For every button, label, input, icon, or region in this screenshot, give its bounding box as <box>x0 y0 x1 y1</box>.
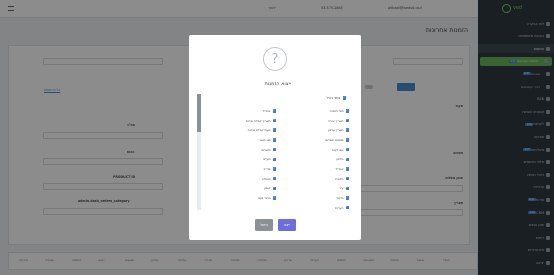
scrollbar-track[interactable] <box>197 94 201 210</box>
field-option-checkbox[interactable]: ✓ <box>272 148 276 152</box>
field-option[interactable]: מס' הזמנה ✓ <box>282 106 352 116</box>
select-all-option[interactable]: בחר הכל ✓ <box>327 96 346 100</box>
field-option[interactable]: עיר ✓ <box>282 184 352 194</box>
field-option[interactable]: מע"מ ✓ <box>209 154 279 164</box>
field-option-checkbox[interactable]: ✓ <box>272 119 276 123</box>
question-icon: ? <box>263 47 287 71</box>
field-option-checkbox[interactable]: ✓ <box>345 186 349 191</box>
field-option-label: מס' הזמנה <box>329 108 344 113</box>
field-option-label: סה"כ <box>263 166 271 171</box>
field-option[interactable]: טלפון ✓ <box>282 154 352 164</box>
modal-title: ייצוא הזמנות <box>264 81 291 87</box>
field-option-label: תאריך עדכון <box>327 128 344 133</box>
field-option-label: קופון <box>264 186 271 191</box>
field-option-checkbox[interactable]: ✓ <box>345 177 349 181</box>
fields-column-1: מס' הזמנה ✓ תאריך יצירה ✓ תאריך עדכון ✓ סטטוס … <box>282 106 352 210</box>
select-all-checkbox[interactable]: ✓ <box>342 96 346 100</box>
field-option-label: מוצרים <box>261 147 271 152</box>
field-option-checkbox[interactable]: ✓ <box>272 128 276 132</box>
field-option[interactable]: הערות ✓ <box>282 203 352 210</box>
field-option-label: מחיר סופי <box>257 196 271 201</box>
field-option-label: אימייל <box>262 108 271 113</box>
field-option-label: משלוח <box>261 176 271 181</box>
field-option-checkbox[interactable]: ✓ <box>345 138 349 142</box>
field-option-checkbox[interactable]: ✓ <box>345 128 349 132</box>
field-option-checkbox[interactable]: ✓ <box>345 157 349 162</box>
field-option[interactable]: מיקוד ✓ <box>282 193 352 203</box>
cancel-button[interactable]: ביטול <box>255 219 273 231</box>
field-option-checkbox[interactable]: ✓ <box>272 186 276 191</box>
confirm-export-button[interactable]: ייצא <box>278 219 296 231</box>
field-option-label: שם לקוח <box>331 147 344 152</box>
field-option[interactable]: משלוח ✓ <box>209 174 279 184</box>
field-option-label: הערות <box>335 205 344 210</box>
field-option-checkbox[interactable]: ✓ <box>345 167 349 171</box>
field-option-label: סוג מוצר <box>259 137 271 142</box>
field-option-checkbox[interactable]: ✓ <box>345 109 349 113</box>
field-option-label: תאריך קבלת שירות <box>245 118 271 123</box>
field-option-checkbox[interactable]: ✓ <box>272 167 276 171</box>
field-option-checkbox[interactable]: ✓ <box>345 148 349 152</box>
field-option-label: מיקוד <box>336 196 344 201</box>
select-all-label: בחר הכל <box>326 96 341 100</box>
field-option[interactable]: סטטוס תשלום ✓ <box>282 135 352 145</box>
field-option-checkbox[interactable]: ✓ <box>272 196 276 200</box>
field-option-checkbox[interactable]: ✓ <box>272 109 276 113</box>
fields-column-2: אימייל ✓ תאריך קבלת שירות ✓ שעת קבלת שירות ✓ ס… <box>209 106 279 203</box>
field-option[interactable]: תאריך יצירה ✓ <box>282 116 352 126</box>
field-option-label: סטטוס תשלום <box>325 137 344 142</box>
field-option[interactable]: אימייל ✓ <box>282 164 352 174</box>
field-option-checkbox[interactable]: ✓ <box>272 138 276 142</box>
export-orders-modal: ? ייצוא הזמנות בחר הכל ✓ מס' הזמנה ✓ תאריך… <box>189 35 361 240</box>
field-option-checkbox[interactable]: ✓ <box>272 157 276 162</box>
field-option[interactable]: שעת קבלת שירות ✓ <box>209 125 279 135</box>
field-option-checkbox[interactable]: ✓ <box>345 196 349 200</box>
field-option[interactable]: קופון ✓ <box>209 184 279 194</box>
field-option-label: עיר <box>339 186 344 191</box>
field-option-label: אימייל <box>335 166 344 171</box>
field-option-label: טלפון <box>336 157 344 162</box>
field-option[interactable]: מחיר סופי ✓ <box>209 193 279 203</box>
field-option[interactable]: סוג מוצר ✓ <box>209 135 279 145</box>
field-option[interactable]: תאריך קבלת שירות ✓ <box>209 116 279 126</box>
field-option[interactable]: סה"כ ✓ <box>209 164 279 174</box>
field-option-checkbox[interactable]: ✓ <box>345 119 349 123</box>
field-option[interactable]: תאריך עדכון ✓ <box>282 125 352 135</box>
field-option-label: שעת קבלת שירות <box>247 128 271 133</box>
field-option-label: כתובת <box>335 176 344 181</box>
field-option-label: מע"מ <box>263 157 271 162</box>
field-option[interactable]: שם לקוח ✓ <box>282 145 352 155</box>
field-option-label: תאריך יצירה <box>327 118 344 123</box>
field-option-checkbox[interactable]: ✓ <box>272 177 276 181</box>
fields-scroll-area[interactable]: בחר הכל ✓ מס' הזמנה ✓ תאריך יצירה ✓ תאריך עד… <box>197 94 352 210</box>
scrollbar-thumb[interactable] <box>197 94 201 132</box>
field-option[interactable]: מוצרים ✓ <box>209 145 279 155</box>
field-option[interactable]: אימייל ✓ <box>209 106 279 116</box>
field-option-checkbox[interactable]: ✓ <box>345 206 349 210</box>
field-option[interactable]: כתובת ✓ <box>282 174 352 184</box>
